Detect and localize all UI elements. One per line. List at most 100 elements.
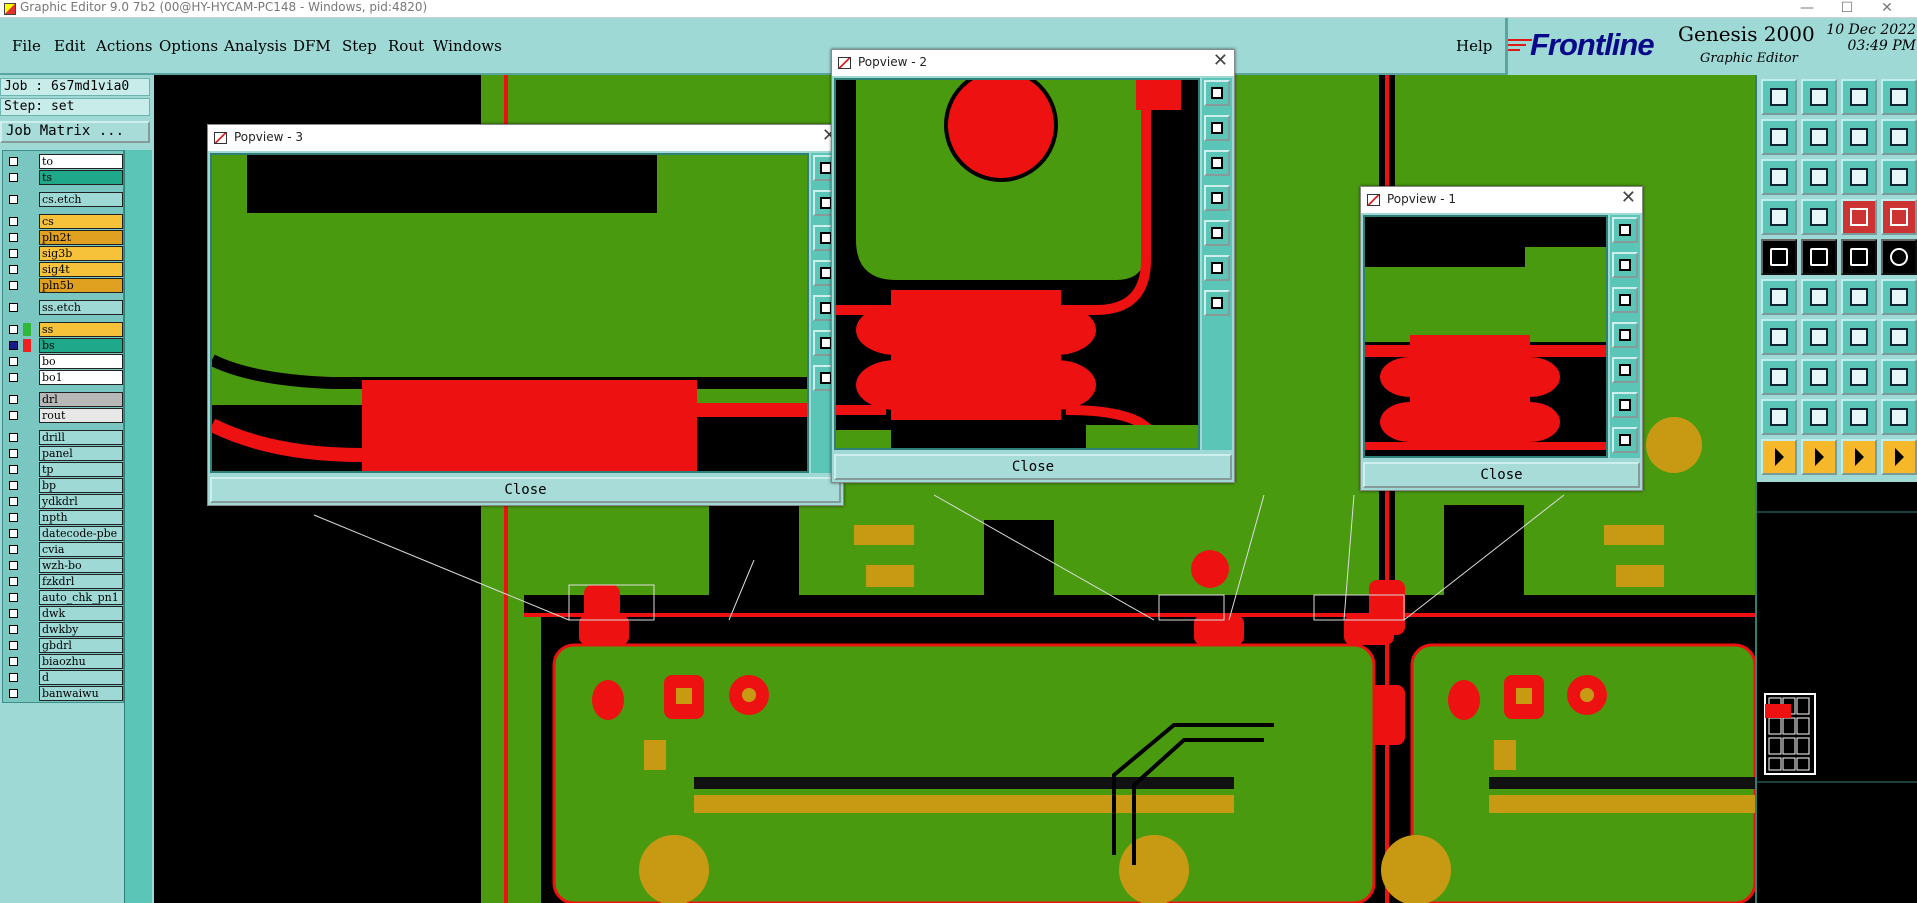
layer-row[interactable]: sig3b xyxy=(5,246,123,261)
layer-row[interactable]: wzh-bo xyxy=(5,558,123,573)
popview-fit-button[interactable] xyxy=(1204,255,1230,281)
zoom-home-tool-button[interactable] xyxy=(1761,79,1797,115)
layer-name[interactable]: gbdrl xyxy=(39,638,123,653)
layer-row[interactable]: banwaiwu xyxy=(5,686,123,701)
layer-checkbox[interactable] xyxy=(9,281,18,290)
zoom-in-tool-button[interactable] xyxy=(1801,79,1837,115)
menu-file[interactable]: File xyxy=(12,37,41,55)
layer-row[interactable]: gbdrl xyxy=(5,638,123,653)
layer-name[interactable]: bo1 xyxy=(39,370,123,385)
menu-step[interactable]: Step xyxy=(342,37,377,55)
layer-checkbox[interactable] xyxy=(9,593,18,602)
line-break-tool-button[interactable] xyxy=(1801,359,1837,395)
triangle-c-tool-button[interactable] xyxy=(1841,399,1877,435)
layer-checkbox[interactable] xyxy=(9,195,18,204)
layer-checkbox[interactable] xyxy=(9,545,18,554)
layer-checkbox[interactable] xyxy=(9,657,18,666)
layer-name[interactable]: cvia xyxy=(39,542,123,557)
popview-2-close-x[interactable]: ✕ xyxy=(1213,51,1228,71)
line-join-tool-button[interactable] xyxy=(1841,279,1877,315)
layer-row[interactable]: bs xyxy=(5,338,123,353)
cross-node-tool-button[interactable] xyxy=(1801,279,1837,315)
triangle-b-tool-button[interactable] xyxy=(1801,399,1837,435)
layer-name[interactable]: banwaiwu xyxy=(39,686,123,701)
menu-windows[interactable]: Windows xyxy=(433,37,502,55)
job-matrix-button[interactable]: Job Matrix ... xyxy=(0,121,150,143)
layer-checkbox[interactable] xyxy=(9,157,18,166)
layer-checkbox[interactable] xyxy=(9,373,18,382)
layer-row[interactable]: tp xyxy=(5,462,123,477)
menu-rout[interactable]: Rout xyxy=(388,37,424,55)
popview-3-view[interactable] xyxy=(210,153,809,473)
pan-right-tool-button[interactable] xyxy=(1801,119,1837,155)
layer-checkbox[interactable] xyxy=(9,689,18,698)
popview-1-close-x[interactable]: ✕ xyxy=(1621,188,1636,208)
layer-name[interactable]: wzh-bo xyxy=(39,558,123,573)
shape-edit-tool-button[interactable] xyxy=(1761,359,1797,395)
select-pointer2-tool-button[interactable] xyxy=(1801,439,1837,475)
layer-name[interactable]: dwkby xyxy=(39,622,123,637)
popview-pan-button[interactable] xyxy=(1204,185,1230,211)
layer-row[interactable]: bo1 xyxy=(5,370,123,385)
ruler-tool-button[interactable] xyxy=(1841,239,1877,275)
layer-row[interactable]: cvia xyxy=(5,542,123,557)
layer-checkbox[interactable] xyxy=(9,513,18,522)
layer-checkbox[interactable] xyxy=(9,449,18,458)
menu-actions[interactable]: Actions xyxy=(96,37,152,55)
layer-name[interactable]: drl xyxy=(39,392,123,407)
snap-grid-tool-button[interactable] xyxy=(1801,199,1837,235)
layer-name[interactable]: sig4t xyxy=(39,262,123,277)
zoom-center-tool-button[interactable] xyxy=(1801,159,1837,195)
layer-checkbox[interactable] xyxy=(9,173,18,182)
pan-left-tool-button[interactable] xyxy=(1761,119,1797,155)
layer-row[interactable]: d xyxy=(5,670,123,685)
angle-line-tool-button[interactable] xyxy=(1761,319,1797,355)
layer-checkbox[interactable] xyxy=(9,561,18,570)
select-pointer-tool-button[interactable] xyxy=(1761,439,1797,475)
menu-analysis[interactable]: Analysis xyxy=(224,37,287,55)
popview-3-close-button[interactable]: Close xyxy=(210,477,841,503)
maximize-button[interactable]: ☐ xyxy=(1827,1,1867,15)
grid-tool-button[interactable] xyxy=(1881,79,1917,115)
layer-checkbox[interactable] xyxy=(9,411,18,420)
layer-checkbox[interactable] xyxy=(9,303,18,312)
node-link-tool-button[interactable] xyxy=(1761,279,1797,315)
layer-row[interactable]: panel xyxy=(5,446,123,461)
zoom-fit-tool-button[interactable] xyxy=(1761,159,1797,195)
layer-row[interactable]: dwkby xyxy=(5,622,123,637)
popview-zoom-home-button[interactable] xyxy=(1204,80,1230,106)
layer-row[interactable]: pln2t xyxy=(5,230,123,245)
layer-checkbox[interactable] xyxy=(9,577,18,586)
layer-row[interactable]: bo xyxy=(5,354,123,369)
layer-checkbox[interactable] xyxy=(9,357,18,366)
layer-checkbox[interactable] xyxy=(9,249,18,258)
close-window-button[interactable]: ✕ xyxy=(1867,1,1907,15)
popview-1-close-button[interactable]: Close xyxy=(1363,462,1640,488)
layer-checkbox[interactable] xyxy=(9,433,18,442)
layer-name[interactable]: ss.etch xyxy=(39,300,123,315)
line-add-tool-button[interactable] xyxy=(1801,239,1837,275)
layer-checkbox[interactable] xyxy=(9,529,18,538)
minimize-button[interactable]: — xyxy=(1787,1,1827,15)
layer-name[interactable]: ts xyxy=(39,170,123,185)
layer-row[interactable]: biaozhu xyxy=(5,654,123,669)
menu-help[interactable]: Help xyxy=(1456,37,1492,55)
layer-row[interactable]: rout xyxy=(5,408,123,423)
arc-tool-button[interactable] xyxy=(1841,319,1877,355)
layer-name[interactable]: bs xyxy=(39,338,123,353)
line-split-tool-button[interactable] xyxy=(1881,279,1917,315)
layer-row[interactable]: auto_chk_pn1 xyxy=(5,590,123,605)
layer-row[interactable]: fzkdrl xyxy=(5,574,123,589)
layer-name[interactable]: dwk xyxy=(39,606,123,621)
mini-map[interactable] xyxy=(1755,482,1917,903)
layer-name[interactable]: tp xyxy=(39,462,123,477)
layer-name[interactable]: rout xyxy=(39,408,123,423)
layer-row[interactable]: pln5b xyxy=(5,278,123,293)
layer-checkbox[interactable] xyxy=(9,233,18,242)
layer-name[interactable]: auto_chk_pn1 xyxy=(39,590,123,605)
layer-checkbox[interactable] xyxy=(9,395,18,404)
layer-row[interactable]: ss xyxy=(5,322,123,337)
layer-red-tool-button[interactable] xyxy=(1841,199,1877,235)
circle-tool-button[interactable] xyxy=(1881,239,1917,275)
query-tool-button[interactable] xyxy=(1881,159,1917,195)
